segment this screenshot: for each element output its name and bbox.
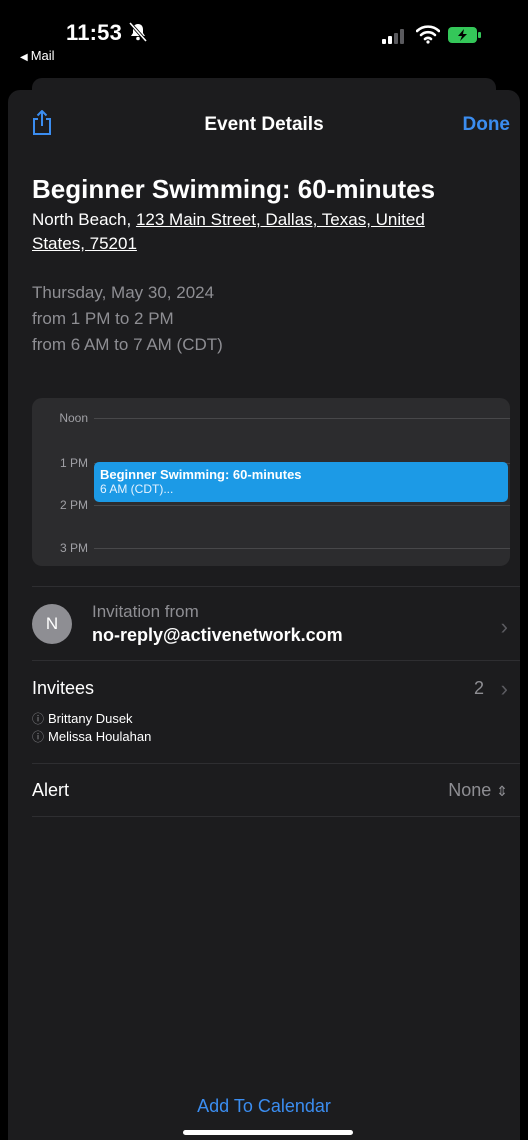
invitee-item: ⓘ Melissa Houlahan: [32, 728, 151, 745]
navigation-bar: Event Details Done: [8, 90, 520, 160]
event-title: Beginner Swimming: 60-minutes: [32, 174, 436, 204]
hour-line: [94, 418, 510, 419]
event-block-title: Beginner Swimming: 60-minutes: [100, 467, 302, 482]
invitees-count: 2: [473, 678, 484, 698]
event-details-sheet: Event Details Done Beginner Swimming: 60…: [8, 90, 520, 1140]
divider: [32, 816, 520, 817]
invitee-name: Brittany Dusek: [48, 711, 133, 726]
invitees-row[interactable]: Invitees 2 › ⓘ Brittany Dusek ⓘ Melissa Ho…: [8, 668, 520, 762]
invitation-row[interactable]: N Invitation from no-reply@activenetwork…: [8, 590, 520, 660]
home-indicator: [183, 1130, 353, 1135]
divider: [32, 660, 520, 661]
back-to-mail-link[interactable]: ◀ Mail: [20, 48, 55, 63]
calendar-event-block[interactable]: Beginner Swimming: 60-minutes 6 AM (CDT)…: [94, 462, 508, 502]
back-label: Mail: [30, 48, 55, 63]
event-location: North Beach, 123 Main Street, Dallas, Te…: [32, 208, 482, 256]
hour-label: 3 PM: [59, 541, 88, 555]
event-time-local: from 1 PM to 2 PM: [32, 309, 174, 328]
signal-icon: [382, 28, 410, 49]
organizer-email: no-reply@activenetwork.com: [92, 625, 343, 645]
divider: [32, 763, 520, 764]
location-name: North Beach,: [32, 210, 136, 229]
wifi-icon: [415, 24, 441, 49]
add-to-calendar-button[interactable]: Add To Calendar: [8, 1096, 520, 1117]
status-bar: 11:53 ◀ Mail: [0, 0, 528, 70]
hour-label: 2 PM: [59, 498, 88, 512]
invitee-name: Melissa Houlahan: [48, 729, 152, 744]
day-preview-calendar: Noon 1 PM 2 PM 3 PM Beginner Swimming: 6…: [32, 398, 510, 566]
back-triangle-icon: ◀: [20, 52, 28, 63]
hour-label: Noon: [59, 411, 88, 425]
up-down-chevron-icon: ⇕: [496, 783, 508, 799]
alert-value: None ⇕: [448, 780, 508, 801]
bell-slash-icon: [128, 21, 148, 47]
page-title: Event Details: [204, 114, 324, 135]
chevron-right-icon: ›: [500, 676, 508, 701]
hour-label: 1 PM: [59, 456, 88, 470]
hour-line: [94, 505, 510, 506]
hour-row: 3 PM: [32, 538, 510, 558]
status-time: 11:53: [66, 20, 123, 45]
alert-value-text: None: [448, 780, 492, 800]
invitation-label: Invitation from: [92, 602, 199, 621]
divider: [32, 586, 520, 587]
event-date: Thursday, May 30, 2024: [32, 283, 215, 302]
alert-row[interactable]: Alert None ⇕: [8, 772, 520, 816]
hour-line: [94, 548, 510, 549]
invitees-label: Invitees: [32, 678, 95, 698]
invitee-item: ⓘ Brittany Dusek: [32, 710, 133, 727]
hour-row: Noon: [32, 408, 510, 428]
event-block-subtitle: 6 AM (CDT)...: [100, 482, 174, 496]
question-circle-icon: ⓘ: [32, 712, 45, 726]
event-times: Thursday, May 30, 2024 from 1 PM to 2 PM…: [32, 280, 223, 358]
done-button[interactable]: Done: [463, 114, 511, 136]
battery-charging-icon: [447, 26, 483, 49]
alert-label: Alert: [32, 780, 70, 800]
avatar: N: [32, 604, 72, 644]
question-circle-icon: ⓘ: [32, 730, 45, 744]
chevron-right-icon: ›: [500, 614, 508, 639]
event-time-origin: from 6 AM to 7 AM (CDT): [32, 335, 223, 354]
